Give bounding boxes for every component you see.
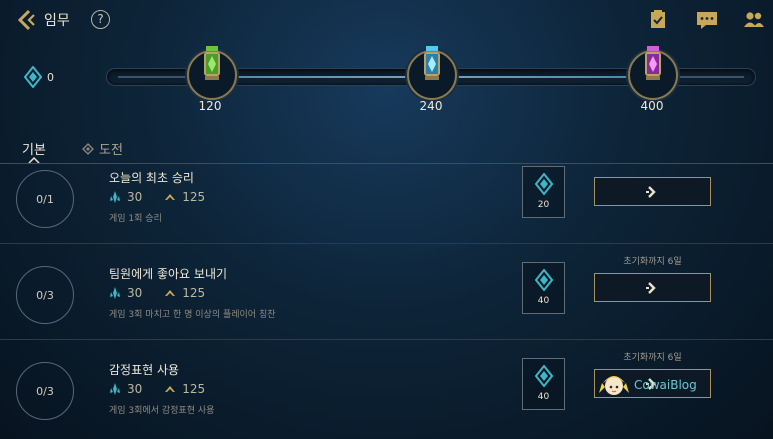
mission-rewards: 30 125: [109, 286, 205, 300]
milestone-value: 240: [419, 99, 443, 113]
blue-capsule-icon: [424, 46, 440, 80]
green-capsule-icon: [204, 46, 220, 80]
watermark: CowaiBlog: [598, 369, 697, 401]
xp-amount: 125: [182, 190, 206, 204]
mission-progress-ring: 0/1: [16, 170, 74, 228]
token-reward-amount: 40: [537, 392, 550, 402]
milestone-reward-120[interactable]: [187, 44, 237, 106]
token-icon: [534, 364, 553, 388]
watermark-text: CowaiBlog: [634, 378, 697, 392]
mission-progress-ring: 0/3: [16, 362, 74, 420]
mascot-logo-icon: [599, 376, 629, 395]
mission-name: 팀원에게 좋아요 보내기: [109, 267, 228, 281]
current-token-count: 0: [47, 71, 54, 84]
mission-description: 게임 3회 마치고 한 명 이상의 플레이어 칭찬: [109, 310, 276, 320]
reset-timer: 초기화까지 6일: [623, 257, 682, 267]
token-reward-box: 40: [522, 358, 565, 410]
reset-timer: 초기화까지 6일: [623, 353, 682, 363]
token-icon: [534, 268, 553, 292]
xp-chevron-icon: [165, 386, 176, 392]
go-to-mission-button[interactable]: [594, 273, 711, 302]
token-reward-amount: 20: [537, 200, 550, 210]
blue-essence-icon: [110, 191, 120, 203]
blue-essence-icon: [110, 287, 120, 299]
go-to-mission-button[interactable]: [594, 177, 711, 206]
blue-essence-amount: 30: [127, 382, 143, 396]
arrow-right-icon: [645, 185, 656, 198]
mission-rewards: 30 125: [109, 190, 205, 204]
mission-description: 게임 1회 승리: [109, 214, 162, 224]
token-reward-box: 40: [522, 262, 565, 314]
page-title: 임무: [44, 13, 70, 29]
tabs-divider: [0, 163, 773, 164]
tab-challenge-label: 도전: [99, 143, 123, 158]
milestone-reward-400[interactable]: [628, 44, 678, 106]
challenge-diamond-icon: [82, 142, 94, 155]
purple-capsule-icon: [645, 46, 661, 80]
chat-icon[interactable]: [696, 10, 718, 30]
arrow-right-icon: [645, 281, 656, 294]
checklist-icon[interactable]: [647, 10, 669, 30]
milestone-value: 120: [198, 99, 222, 113]
milestone-reward-240[interactable]: [407, 44, 457, 106]
xp-amount: 125: [182, 286, 206, 300]
help-icon[interactable]: ?: [91, 10, 110, 29]
tab-challenge[interactable]: 도전: [82, 139, 123, 158]
token-reward-amount: 40: [537, 296, 550, 306]
mission-rewards: 30 125: [109, 382, 205, 396]
mission-progress-ring: 0/3: [16, 266, 74, 324]
milestone-value: 400: [640, 99, 664, 113]
token-reward-box: 20: [522, 166, 565, 218]
blue-essence-amount: 30: [127, 190, 143, 204]
xp-chevron-icon: [165, 290, 176, 296]
token-icon: [24, 66, 42, 88]
blue-essence-amount: 30: [127, 286, 143, 300]
back-chevron-icon[interactable]: [14, 8, 38, 32]
mission-name: 오늘의 최초 승리: [109, 171, 194, 185]
xp-chevron-icon: [165, 194, 176, 200]
mission-description: 게임 3회에서 감정표현 사용: [109, 406, 215, 416]
mission-name: 감정표현 사용: [109, 363, 180, 377]
top-bar: 임무 ?: [0, 0, 773, 40]
xp-amount: 125: [182, 382, 206, 396]
blue-essence-icon: [110, 383, 120, 395]
friends-icon[interactable]: [743, 10, 765, 30]
token-icon: [534, 172, 553, 196]
